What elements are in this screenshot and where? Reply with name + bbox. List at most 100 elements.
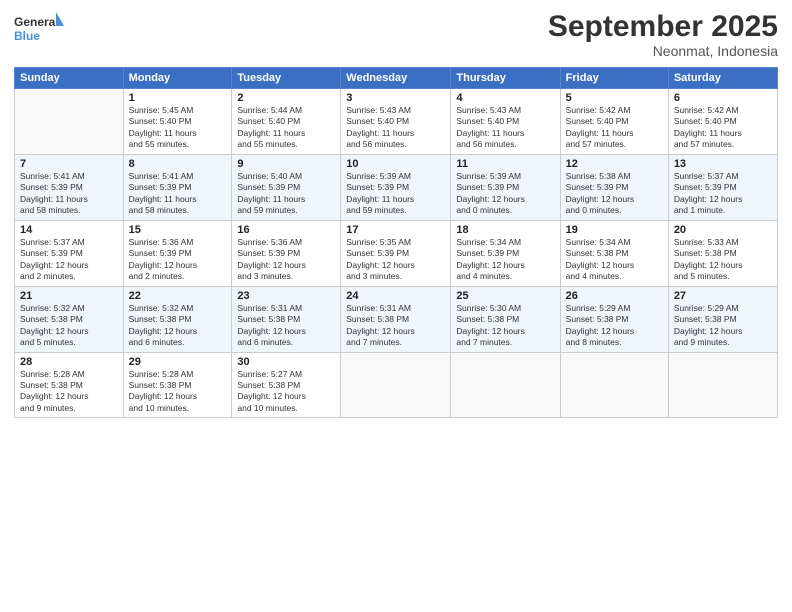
day-number: 27 — [674, 290, 772, 302]
page-subtitle: Neonmat, Indonesia — [548, 43, 778, 59]
day-info: Sunrise: 5:39 AMSunset: 5:39 PMDaylight:… — [456, 171, 554, 217]
day-info: Sunrise: 5:32 AMSunset: 5:38 PMDaylight:… — [20, 303, 118, 349]
calendar-cell: 8Sunrise: 5:41 AMSunset: 5:39 PMDaylight… — [123, 154, 232, 220]
calendar-cell: 19Sunrise: 5:34 AMSunset: 5:38 PMDayligh… — [560, 220, 668, 286]
calendar-cell: 27Sunrise: 5:29 AMSunset: 5:38 PMDayligh… — [668, 286, 777, 352]
day-number: 7 — [20, 158, 118, 170]
day-number: 11 — [456, 158, 554, 170]
day-info: Sunrise: 5:27 AMSunset: 5:38 PMDaylight:… — [237, 369, 335, 415]
day-info: Sunrise: 5:29 AMSunset: 5:38 PMDaylight:… — [566, 303, 663, 349]
day-number: 2 — [237, 92, 335, 104]
day-number: 18 — [456, 224, 554, 236]
day-number: 3 — [346, 92, 445, 104]
day-info: Sunrise: 5:29 AMSunset: 5:38 PMDaylight:… — [674, 303, 772, 349]
calendar-cell: 5Sunrise: 5:42 AMSunset: 5:40 PMDaylight… — [560, 89, 668, 155]
day-number: 20 — [674, 224, 772, 236]
title-block: September 2025 Neonmat, Indonesia — [548, 10, 778, 59]
day-number: 15 — [129, 224, 227, 236]
day-number: 21 — [20, 290, 118, 302]
svg-text:Blue: Blue — [14, 29, 40, 43]
header: General Blue September 2025 Neonmat, Ind… — [14, 10, 778, 59]
day-number: 4 — [456, 92, 554, 104]
day-number: 23 — [237, 290, 335, 302]
day-info: Sunrise: 5:40 AMSunset: 5:39 PMDaylight:… — [237, 171, 335, 217]
day-number: 19 — [566, 224, 663, 236]
calendar-week-5: 28Sunrise: 5:28 AMSunset: 5:38 PMDayligh… — [15, 352, 778, 418]
day-info: Sunrise: 5:44 AMSunset: 5:40 PMDaylight:… — [237, 105, 335, 151]
day-number: 9 — [237, 158, 335, 170]
calendar-cell: 24Sunrise: 5:31 AMSunset: 5:38 PMDayligh… — [341, 286, 451, 352]
calendar-cell: 2Sunrise: 5:44 AMSunset: 5:40 PMDaylight… — [232, 89, 341, 155]
day-info: Sunrise: 5:37 AMSunset: 5:39 PMDaylight:… — [20, 237, 118, 283]
day-number: 14 — [20, 224, 118, 236]
calendar-cell: 4Sunrise: 5:43 AMSunset: 5:40 PMDaylight… — [451, 89, 560, 155]
day-number: 12 — [566, 158, 663, 170]
day-info: Sunrise: 5:42 AMSunset: 5:40 PMDaylight:… — [566, 105, 663, 151]
calendar-week-3: 14Sunrise: 5:37 AMSunset: 5:39 PMDayligh… — [15, 220, 778, 286]
calendar-cell: 28Sunrise: 5:28 AMSunset: 5:38 PMDayligh… — [15, 352, 124, 418]
day-info: Sunrise: 5:31 AMSunset: 5:38 PMDaylight:… — [237, 303, 335, 349]
day-info: Sunrise: 5:34 AMSunset: 5:39 PMDaylight:… — [456, 237, 554, 283]
header-friday: Friday — [560, 68, 668, 89]
day-info: Sunrise: 5:33 AMSunset: 5:38 PMDaylight:… — [674, 237, 772, 283]
day-info: Sunrise: 5:39 AMSunset: 5:39 PMDaylight:… — [346, 171, 445, 217]
day-info: Sunrise: 5:32 AMSunset: 5:38 PMDaylight:… — [129, 303, 227, 349]
header-monday: Monday — [123, 68, 232, 89]
logo-svg: General Blue — [14, 10, 64, 48]
day-number: 5 — [566, 92, 663, 104]
page: General Blue September 2025 Neonmat, Ind… — [0, 0, 792, 612]
calendar-cell: 10Sunrise: 5:39 AMSunset: 5:39 PMDayligh… — [341, 154, 451, 220]
day-info: Sunrise: 5:37 AMSunset: 5:39 PMDaylight:… — [674, 171, 772, 217]
header-sunday: Sunday — [15, 68, 124, 89]
day-number: 17 — [346, 224, 445, 236]
calendar-cell: 25Sunrise: 5:30 AMSunset: 5:38 PMDayligh… — [451, 286, 560, 352]
calendar-cell: 13Sunrise: 5:37 AMSunset: 5:39 PMDayligh… — [668, 154, 777, 220]
calendar-week-1: 1Sunrise: 5:45 AMSunset: 5:40 PMDaylight… — [15, 89, 778, 155]
day-info: Sunrise: 5:30 AMSunset: 5:38 PMDaylight:… — [456, 303, 554, 349]
day-number: 13 — [674, 158, 772, 170]
calendar-cell — [668, 352, 777, 418]
calendar-cell: 17Sunrise: 5:35 AMSunset: 5:39 PMDayligh… — [341, 220, 451, 286]
calendar-cell: 1Sunrise: 5:45 AMSunset: 5:40 PMDaylight… — [123, 89, 232, 155]
day-info: Sunrise: 5:38 AMSunset: 5:39 PMDaylight:… — [566, 171, 663, 217]
calendar-cell — [15, 89, 124, 155]
calendar-cell: 23Sunrise: 5:31 AMSunset: 5:38 PMDayligh… — [232, 286, 341, 352]
day-info: Sunrise: 5:45 AMSunset: 5:40 PMDaylight:… — [129, 105, 227, 151]
day-number: 28 — [20, 356, 118, 368]
calendar-cell: 11Sunrise: 5:39 AMSunset: 5:39 PMDayligh… — [451, 154, 560, 220]
calendar-week-2: 7Sunrise: 5:41 AMSunset: 5:39 PMDaylight… — [15, 154, 778, 220]
day-info: Sunrise: 5:41 AMSunset: 5:39 PMDaylight:… — [129, 171, 227, 217]
day-info: Sunrise: 5:41 AMSunset: 5:39 PMDaylight:… — [20, 171, 118, 217]
calendar-cell: 12Sunrise: 5:38 AMSunset: 5:39 PMDayligh… — [560, 154, 668, 220]
calendar-cell: 7Sunrise: 5:41 AMSunset: 5:39 PMDaylight… — [15, 154, 124, 220]
day-info: Sunrise: 5:28 AMSunset: 5:38 PMDaylight:… — [129, 369, 227, 415]
calendar-cell — [451, 352, 560, 418]
day-number: 22 — [129, 290, 227, 302]
header-thursday: Thursday — [451, 68, 560, 89]
day-number: 16 — [237, 224, 335, 236]
calendar-cell: 16Sunrise: 5:36 AMSunset: 5:39 PMDayligh… — [232, 220, 341, 286]
header-tuesday: Tuesday — [232, 68, 341, 89]
calendar-cell: 21Sunrise: 5:32 AMSunset: 5:38 PMDayligh… — [15, 286, 124, 352]
calendar-cell — [341, 352, 451, 418]
calendar-cell: 14Sunrise: 5:37 AMSunset: 5:39 PMDayligh… — [15, 220, 124, 286]
header-wednesday: Wednesday — [341, 68, 451, 89]
calendar-table: SundayMondayTuesdayWednesdayThursdayFrid… — [14, 67, 778, 418]
day-number: 10 — [346, 158, 445, 170]
calendar-cell: 6Sunrise: 5:42 AMSunset: 5:40 PMDaylight… — [668, 89, 777, 155]
day-info: Sunrise: 5:34 AMSunset: 5:38 PMDaylight:… — [566, 237, 663, 283]
day-info: Sunrise: 5:36 AMSunset: 5:39 PMDaylight:… — [237, 237, 335, 283]
day-info: Sunrise: 5:28 AMSunset: 5:38 PMDaylight:… — [20, 369, 118, 415]
header-saturday: Saturday — [668, 68, 777, 89]
calendar-week-4: 21Sunrise: 5:32 AMSunset: 5:38 PMDayligh… — [15, 286, 778, 352]
day-info: Sunrise: 5:35 AMSunset: 5:39 PMDaylight:… — [346, 237, 445, 283]
page-title: September 2025 — [548, 10, 778, 43]
calendar-cell: 22Sunrise: 5:32 AMSunset: 5:38 PMDayligh… — [123, 286, 232, 352]
day-number: 24 — [346, 290, 445, 302]
day-number: 6 — [674, 92, 772, 104]
calendar-cell: 29Sunrise: 5:28 AMSunset: 5:38 PMDayligh… — [123, 352, 232, 418]
calendar-cell: 20Sunrise: 5:33 AMSunset: 5:38 PMDayligh… — [668, 220, 777, 286]
day-info: Sunrise: 5:43 AMSunset: 5:40 PMDaylight:… — [346, 105, 445, 151]
day-number: 1 — [129, 92, 227, 104]
calendar-cell — [560, 352, 668, 418]
